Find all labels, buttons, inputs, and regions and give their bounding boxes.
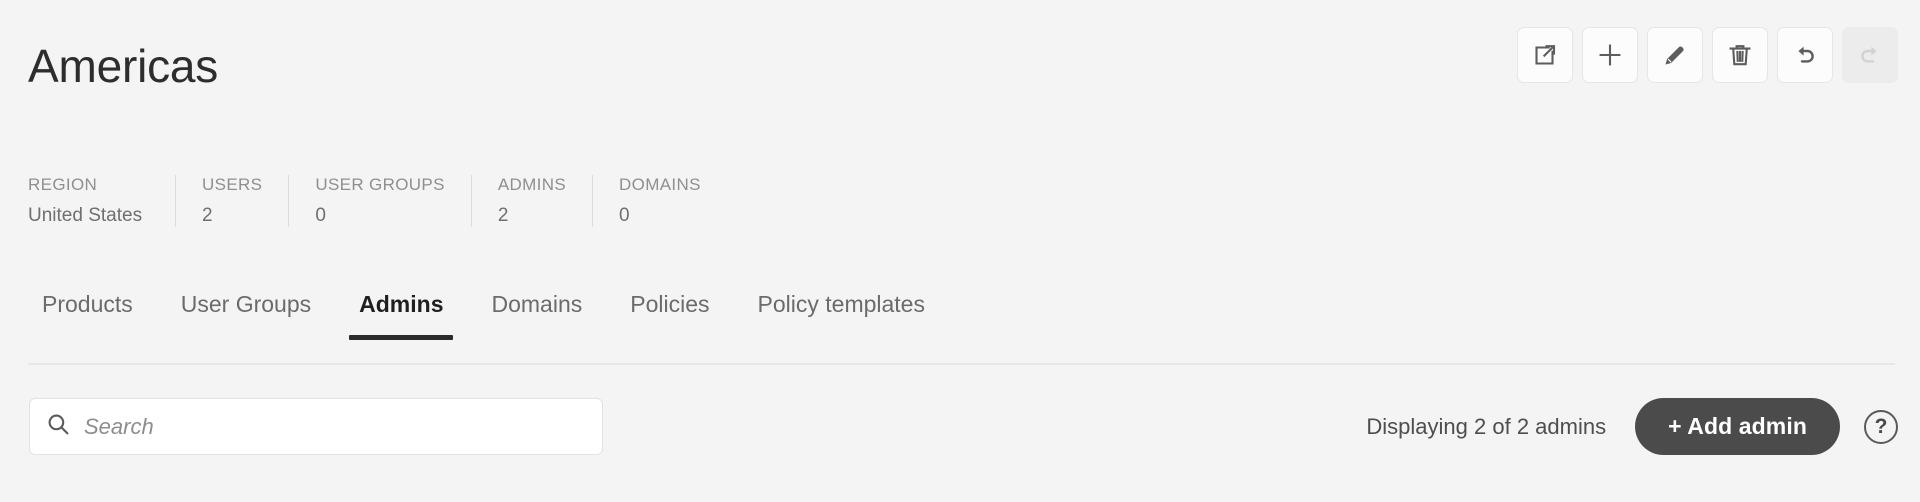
search-input[interactable] — [84, 413, 586, 440]
stat-value: 0 — [315, 205, 326, 226]
edit-button[interactable] — [1647, 27, 1703, 83]
search-icon — [46, 412, 71, 442]
page-title: Americas — [28, 40, 219, 92]
stat-label: USER GROUPS — [315, 175, 445, 194]
stat-user-groups: USER GROUPS 0 — [289, 175, 472, 227]
list-controls: Displaying 2 of 2 admins + Add admin ? — [1366, 398, 1898, 455]
header-toolbar — [1517, 27, 1898, 83]
tab-policies[interactable]: Policies — [606, 290, 733, 340]
add-button[interactable] — [1582, 27, 1638, 83]
stat-value: 0 — [619, 205, 630, 226]
stat-value: 2 — [497, 205, 509, 226]
tab-bar-divider — [28, 363, 1895, 365]
redo-icon — [1857, 42, 1883, 68]
export-icon — [1532, 42, 1558, 68]
region-detail-page: Americas REGION United States USERS 2 US… — [0, 0, 1920, 502]
export-button[interactable] — [1517, 27, 1573, 83]
stats-summary: REGION United States USERS 2 USER GROUPS… — [28, 175, 727, 227]
redo-button[interactable] — [1842, 27, 1898, 83]
add-icon — [1597, 42, 1623, 68]
tab-bar: Products User Groups Admins Domains Poli… — [28, 290, 949, 340]
tab-products[interactable]: Products — [28, 290, 157, 340]
stat-label: ADMINS — [497, 175, 567, 194]
stat-value: 2 — [202, 205, 213, 226]
search-field[interactable] — [29, 398, 603, 455]
stat-value: United States — [28, 205, 143, 226]
tab-policy-templates[interactable]: Policy templates — [734, 290, 949, 340]
stat-users: USERS 2 — [176, 175, 290, 227]
stat-label: USERS — [202, 175, 263, 194]
stat-region: REGION United States — [28, 175, 176, 227]
tab-admins[interactable]: Admins — [335, 290, 467, 340]
tab-domains[interactable]: Domains — [467, 290, 606, 340]
stat-label: DOMAINS — [619, 175, 701, 194]
stat-domains: DOMAINS 0 — [593, 175, 727, 227]
stat-admins: ADMINS 2 — [472, 175, 594, 227]
delete-button[interactable] — [1712, 27, 1768, 83]
tab-user-groups[interactable]: User Groups — [157, 290, 335, 340]
help-icon[interactable]: ? — [1864, 409, 1898, 444]
undo-button[interactable] — [1777, 27, 1833, 83]
delete-trash-icon — [1727, 42, 1753, 68]
edit-pencil-icon — [1662, 42, 1688, 68]
displaying-count-label: Displaying 2 of 2 admins — [1366, 413, 1607, 439]
stat-label: REGION — [28, 175, 98, 194]
undo-icon — [1792, 42, 1818, 68]
page-header: Americas — [0, 0, 1920, 120]
add-admin-button[interactable]: + Add admin — [1635, 398, 1840, 455]
